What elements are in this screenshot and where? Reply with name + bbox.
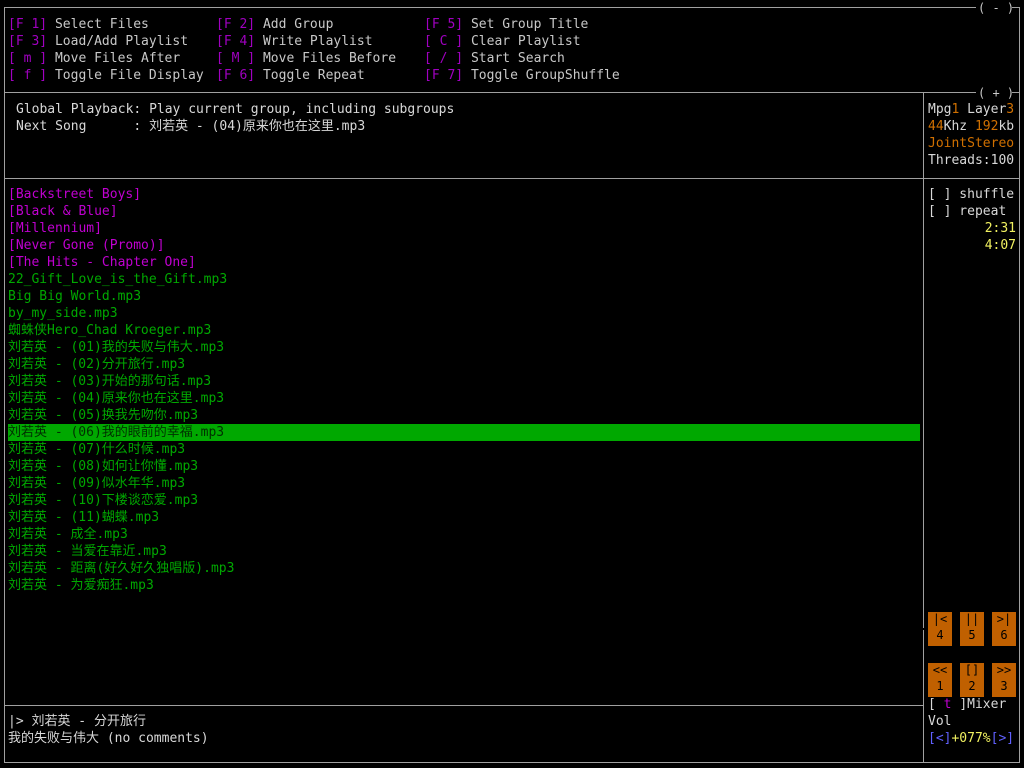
key-start-search[interactable]: [ / ] Start Search [424, 50, 565, 67]
rewind-button[interactable]: << 1 [928, 663, 952, 697]
global-playback: Global Playback: Play current group, inc… [16, 102, 455, 117]
playlist-file[interactable]: 刘若英 - (09)似水年华.mp3 [8, 475, 185, 492]
playlist-file-selected[interactable]: 刘若英 - (06)我的眼前的幸福.mp3 [8, 424, 920, 441]
key-clear-playlist[interactable]: [ C ] Clear Playlist [424, 33, 581, 50]
playlist-file[interactable]: 刘若英 - (04)原来你也在这里.mp3 [8, 390, 224, 407]
playlist-file[interactable]: 蜘蛛侠Hero_Chad Kroeger.mp3 [8, 322, 211, 339]
playlist-file[interactable]: 刘若英 - 成全.mp3 [8, 526, 128, 543]
key-select-files[interactable]: [F 1] Select Files [8, 16, 149, 33]
playlist-file[interactable]: 刘若英 - (02)分开旅行.mp3 [8, 356, 185, 373]
shuffle-checkbox[interactable]: [ ] shuffle [928, 186, 1014, 203]
playlist-group[interactable]: [Millennium] [8, 220, 102, 237]
playlist-file[interactable]: 刘若英 - 为爱痴狂.mp3 [8, 577, 154, 594]
key-move-after[interactable]: [ m ] Move Files After [8, 50, 180, 67]
playlist-file[interactable]: by_my_side.mp3 [8, 305, 118, 322]
playlist-file[interactable]: 22_Gift_Love_is_the_Gift.mp3 [8, 271, 227, 288]
stream-rate: 44Khz 192kb [928, 119, 1015, 134]
key-load-playlist[interactable]: [F 3] Load/Add Playlist [8, 33, 188, 50]
stop-button[interactable]: [] 2 [960, 663, 984, 697]
volume-control: [<]+077%[>] [928, 730, 1014, 747]
volume-value: +077% [951, 731, 991, 746]
stream-format: Mpg1 Layer3 [928, 102, 1015, 117]
playlist-group[interactable]: [Never Gone (Promo)] [8, 237, 165, 254]
key-write-playlist[interactable]: [F 4] Write Playlist [216, 33, 373, 50]
volume-label: Vol [928, 714, 952, 729]
now-playing: |> 刘若英 - 分开旅行 [8, 714, 146, 729]
key-set-group-title[interactable]: [F 5] Set Group Title [424, 16, 588, 33]
playlist-file[interactable]: 刘若英 - (08)如何让你懂.mp3 [8, 458, 198, 475]
expand-button[interactable]: ( + ) [978, 85, 1014, 102]
key-move-before[interactable]: [ M ] Move Files Before [216, 50, 396, 67]
elapsed-time: 2:31 [984, 221, 1016, 236]
minimize-button[interactable]: ( - ) [978, 0, 1014, 17]
playlist-file[interactable]: 刘若英 - (05)换我先吻你.mp3 [8, 407, 198, 424]
next-song: Next Song : 刘若英 - (04)原来你也在这里.mp3 [16, 119, 366, 134]
playlist-file[interactable]: 刘若英 - 当爱在靠近.mp3 [8, 543, 167, 560]
next-track-button[interactable]: >| 6 [992, 612, 1016, 646]
volume-up-button[interactable]: [>] [991, 731, 1014, 746]
key-toggle-file-display[interactable]: [ f ] Toggle File Display [8, 67, 204, 84]
now-playing-comment: 我的失败与伟大 (no comments) [8, 731, 209, 746]
playlist-file[interactable]: Big Big World.mp3 [8, 288, 141, 305]
playlist-group[interactable]: [Backstreet Boys] [8, 186, 141, 203]
playlist-group[interactable]: [Black & Blue] [8, 203, 118, 220]
fast-forward-button[interactable]: >> 3 [992, 663, 1016, 697]
key-add-group[interactable]: [F 2] Add Group [216, 16, 333, 33]
playlist-file[interactable]: 刘若英 - (07)什么时候.mp3 [8, 441, 185, 458]
prev-track-button[interactable]: |< 4 [928, 612, 952, 646]
key-toggle-repeat[interactable]: [F 6] Toggle Repeat [216, 67, 365, 84]
stream-mode: JointStereo [928, 136, 1015, 151]
key-toggle-group-shuffle[interactable]: [F 7] Toggle GroupShuffle [424, 67, 620, 84]
playlist-file[interactable]: 刘若英 - (10)下楼谈恋爱.mp3 [8, 492, 198, 509]
playlist-file[interactable]: 刘若英 - (11)蝴蝶.mp3 [8, 509, 159, 526]
playlist-group[interactable]: [The Hits - Chapter One] [8, 254, 196, 271]
mixer-toggle[interactable]: [ t ]Mixer [928, 696, 1006, 713]
total-time: 4:07 [984, 238, 1016, 253]
repeat-checkbox[interactable]: [ ] repeat [928, 203, 1006, 220]
playlist-file[interactable]: 刘若英 - 距离(好久好久独唱版).mp3 [8, 560, 234, 577]
pause-button[interactable]: || 5 [960, 612, 984, 646]
playlist-file[interactable]: 刘若英 - (03)开始的那句话.mp3 [8, 373, 211, 390]
stream-threads: Threads:100 [928, 153, 1015, 168]
volume-down-button[interactable]: [<] [928, 731, 951, 746]
playlist-file[interactable]: 刘若英 - (01)我的失败与伟大.mp3 [8, 339, 224, 356]
